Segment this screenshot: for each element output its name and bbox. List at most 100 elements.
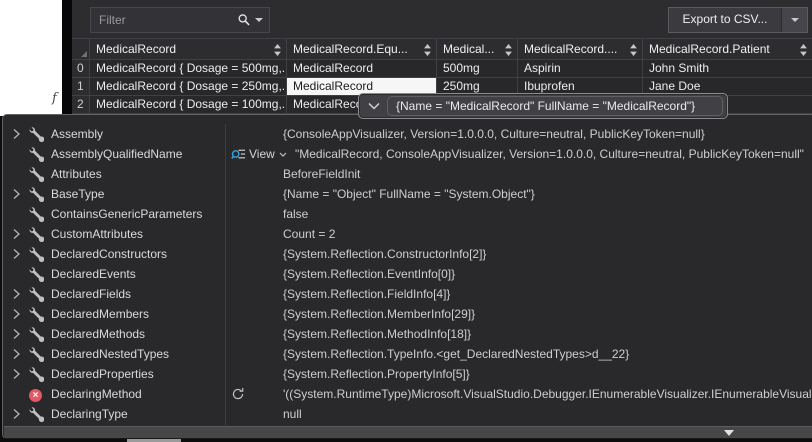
tree-row[interactable]: Assembly {ConsoleAppVisualizer, Version=1… — [3, 124, 812, 144]
member-value: {System.Reflection.TypeInfo.<get_Declare… — [283, 344, 812, 364]
magnifier-view-icon — [231, 147, 246, 162]
row-number-cell[interactable]: 1 — [72, 78, 90, 96]
member-name: AssemblyQualifiedName — [51, 144, 223, 164]
member-name: Assembly — [51, 124, 223, 144]
member-value: {ConsoleAppVisualizer, Version=1.0.0.0, … — [283, 124, 812, 144]
member-value: {System.Reflection.MethodInfo[18]} — [283, 324, 812, 344]
expander-chevron-icon[interactable] — [9, 288, 23, 300]
column-header-label: Medical... — [437, 39, 494, 59]
sort-arrows-icon[interactable] — [629, 44, 638, 59]
member-name: BaseType — [51, 184, 223, 204]
column-header[interactable]: MedicalRecord.... — [518, 38, 643, 60]
table-cell[interactable]: Aspirin — [518, 60, 643, 78]
refresh-icon — [231, 387, 245, 401]
tree-row[interactable]: DeclaredMethods{System.Reflection.Method… — [3, 324, 812, 344]
filter-box[interactable] — [90, 7, 270, 33]
expander-chevron-icon[interactable] — [9, 408, 23, 420]
chevron-down-icon[interactable] — [255, 18, 263, 22]
sort-arrows-icon[interactable] — [629, 44, 638, 56]
sort-arrows-icon[interactable] — [799, 44, 808, 56]
tree-row[interactable]: DeclaredEvents{System.Reflection.EventIn… — [3, 264, 812, 284]
popup-scroll-strip[interactable] — [4, 426, 812, 439]
chevron-down-icon[interactable] — [366, 99, 382, 113]
expander-placeholder — [9, 268, 23, 280]
column-header-label: MedicalRecord — [90, 39, 176, 59]
chevron-down-icon[interactable] — [278, 150, 288, 159]
sort-arrows-icon[interactable] — [799, 44, 808, 59]
select-all-corner[interactable] — [72, 38, 90, 60]
row-number-cell[interactable]: 0 — [72, 60, 90, 78]
export-csv-label: Export to CSV... — [669, 8, 781, 32]
datatip-pill[interactable]: {Name = "MedicalRecord" FullName = "Medi… — [358, 93, 728, 119]
search-icon[interactable] — [237, 13, 251, 27]
column-header-label: MedicalRecord.Patient — [643, 39, 770, 59]
view-visualizer-button[interactable]: View — [231, 144, 288, 164]
column-header[interactable]: MedicalRecord — [90, 38, 287, 60]
tree-row[interactable]: DeclaredProperties{System.Reflection.Pro… — [3, 364, 812, 384]
expander-placeholder — [9, 148, 23, 160]
expander-chevron-icon[interactable] — [9, 188, 23, 200]
column-header-label: MedicalRecord.... — [518, 39, 617, 59]
member-value: BeforeFieldInit — [283, 164, 812, 184]
tree-row[interactable]: ContainsGenericParametersfalse — [3, 204, 812, 224]
background-text-fragment: f — [52, 91, 57, 106]
filter-icon-group[interactable] — [237, 13, 269, 27]
member-name: CustomAttributes — [51, 224, 223, 244]
column-header[interactable]: MedicalRecord.Equ... — [287, 38, 437, 60]
tree-row[interactable]: DeclaredConstructors{System.Reflection.C… — [3, 244, 812, 264]
expander-chevron-icon[interactable] — [9, 308, 23, 320]
sort-arrows-icon[interactable] — [273, 44, 282, 59]
sort-arrows-icon[interactable] — [273, 44, 282, 56]
tree-row[interactable]: DeclaredNestedTypes {System.Reflection.Ty… — [3, 344, 812, 364]
property-wrench-icon — [29, 127, 44, 142]
table-cell[interactable]: 500mg — [437, 60, 518, 78]
tree-row[interactable]: ×DeclaringMethod'((System.RuntimeType)Mi… — [3, 384, 812, 404]
scroll-down-icon[interactable] — [724, 430, 734, 436]
tree-row[interactable]: DeclaredFields{System.Reflection.FieldIn… — [3, 284, 812, 304]
table-cell[interactable]: MedicalRecord { Dosage = 500mg,... — [90, 60, 287, 78]
sort-arrows-icon[interactable] — [423, 44, 432, 59]
property-wrench-icon — [29, 367, 44, 382]
export-csv-button[interactable]: Export to CSV... — [668, 7, 808, 33]
member-value: false — [283, 204, 812, 224]
magnifier-view-icon — [231, 147, 246, 162]
expander-placeholder — [9, 388, 23, 400]
member-value: "MedicalRecord, ConsoleAppVisualizer, Ve… — [295, 144, 812, 164]
member-name: DeclaredNestedTypes — [51, 344, 223, 364]
filter-input[interactable] — [91, 13, 237, 27]
property-wrench-icon — [29, 167, 44, 182]
member-value: '((System.RuntimeType)Microsoft.VisualSt… — [283, 384, 812, 404]
tree-row[interactable]: AttributesBeforeFieldInit — [3, 164, 812, 184]
tree-row[interactable]: DeclaringTypenull — [3, 404, 812, 424]
property-wrench-icon — [29, 287, 44, 302]
sort-arrows-icon[interactable] — [504, 44, 513, 59]
column-header-label: MedicalRecord.Equ... — [287, 39, 408, 59]
member-name: DeclaredMembers — [51, 304, 223, 324]
sort-arrows-icon[interactable] — [504, 44, 513, 56]
expander-chevron-icon[interactable] — [9, 248, 23, 260]
expander-chevron-icon[interactable] — [9, 348, 23, 360]
table-cell[interactable]: MedicalRecord { Dosage = 250mg,... — [90, 78, 287, 96]
tree-row[interactable]: AssemblyQualifiedName View "MedicalRecord,… — [3, 144, 812, 164]
table-cell[interactable]: John Smith — [643, 60, 812, 78]
column-header[interactable]: Medical... — [437, 38, 518, 60]
expander-chevron-icon[interactable] — [9, 368, 23, 380]
property-wrench-icon — [29, 187, 44, 202]
property-wrench-icon — [29, 227, 44, 242]
tree-row[interactable]: BaseType{Name = "Object" FullName = "Sys… — [3, 184, 812, 204]
tree-row[interactable]: DeclaredMembers{System.Reflection.Member… — [3, 304, 812, 324]
column-header[interactable]: MedicalRecord.Patient — [643, 38, 812, 60]
property-wrench-icon — [29, 327, 44, 342]
datatip-value-text: {Name = "MedicalRecord" FullName = "Medi… — [388, 99, 695, 113]
row-number-cell[interactable]: 2 — [72, 96, 90, 114]
screen: f Export to CSV... MedicalRecordMedicalR… — [0, 0, 812, 442]
expander-chevron-icon[interactable] — [9, 128, 23, 140]
refresh-button[interactable] — [231, 384, 245, 404]
expander-chevron-icon[interactable] — [9, 328, 23, 340]
tree-row[interactable]: CustomAttributesCount = 2 — [3, 224, 812, 244]
export-csv-dropdown[interactable] — [781, 8, 807, 32]
table-cell[interactable]: MedicalRecord — [287, 60, 437, 78]
table-cell[interactable]: MedicalRecord { Dosage = 100mg,... — [90, 96, 287, 114]
expander-chevron-icon[interactable] — [9, 228, 23, 240]
sort-arrows-icon[interactable] — [423, 44, 432, 56]
